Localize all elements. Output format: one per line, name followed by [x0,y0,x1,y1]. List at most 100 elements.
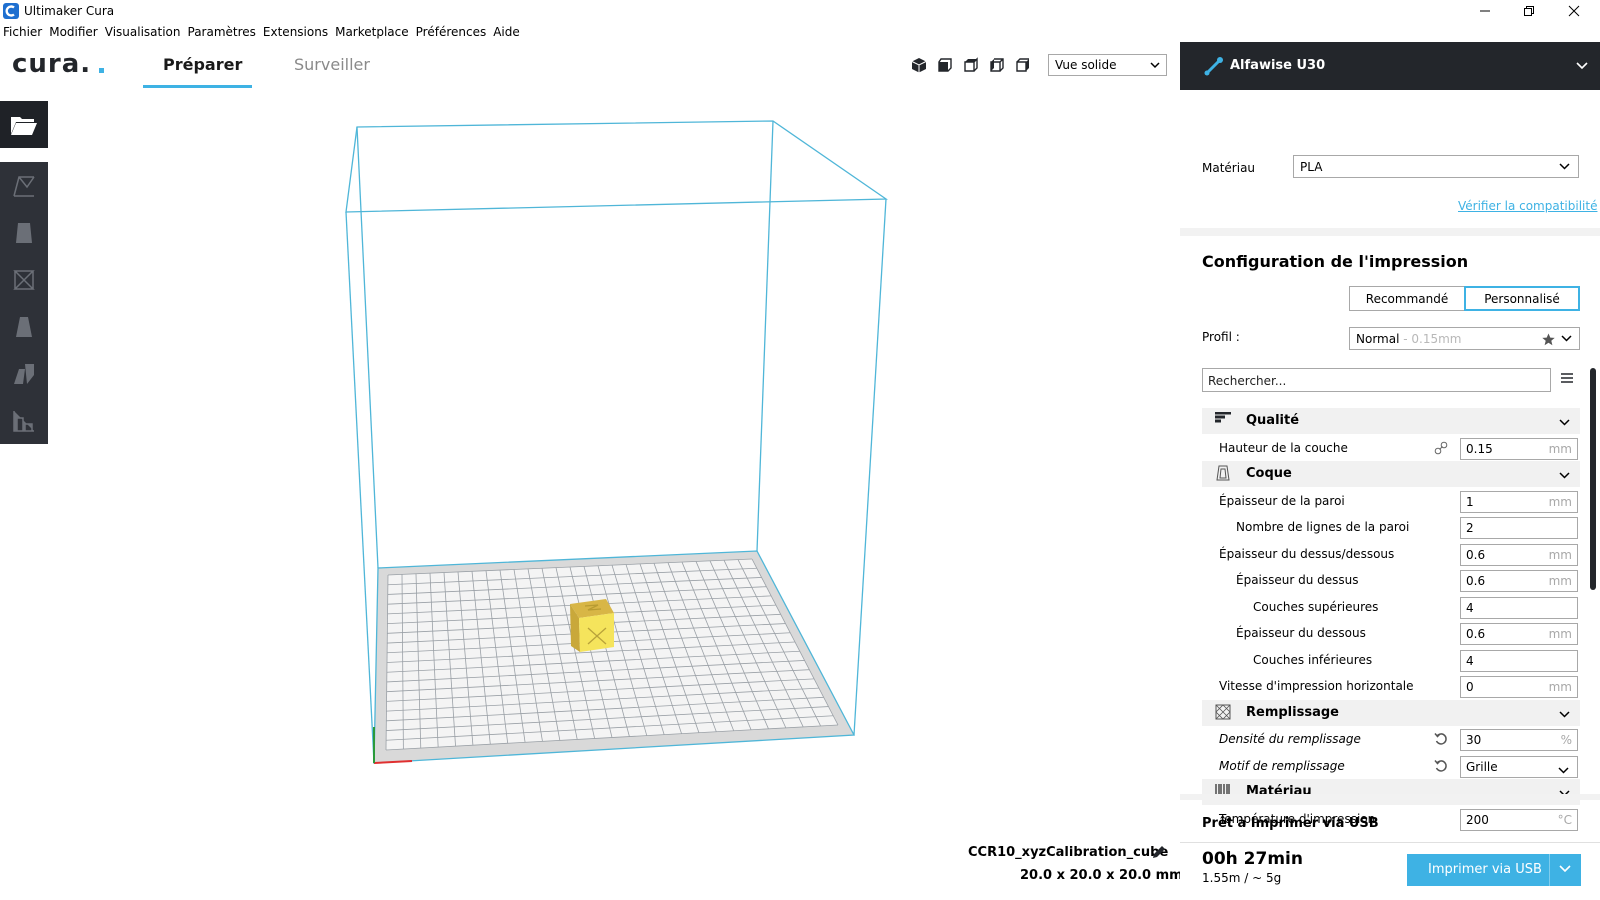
mirror-tool[interactable] [0,303,48,350]
setting-input[interactable]: 1 mm [1460,490,1578,513]
close-button[interactable] [1552,0,1596,22]
setting-label: Motif de remplissage [1219,758,1345,773]
profile-select[interactable]: Normal - 0.15mm [1349,327,1580,350]
setting-input[interactable]: 0.6 mm [1460,623,1578,645]
reset-icon[interactable] [1434,759,1448,776]
build-volume-scene [345,120,889,764]
setting-row: Épaisseur de la paroi 1 mm [1202,488,1580,514]
setting-input[interactable]: 0 mm [1460,676,1578,698]
category-materiau[interactable]: Matériau [1202,779,1580,805]
menu-parametres[interactable]: Paramètres [188,22,256,42]
view-left-icon[interactable] [988,56,1006,74]
chevron-down-icon [1558,764,1569,778]
cura-app-icon [3,3,19,19]
print-button-label: Imprimer via USB [1428,862,1542,877]
setting-unit: mm [1548,547,1572,562]
menu-aide[interactable]: Aide [493,22,520,42]
button-separator [1549,854,1550,886]
calibration-cube-model[interactable] [570,599,614,652]
link-icon[interactable] [1434,441,1448,458]
recommended-mode-button[interactable]: Recommandé [1349,286,1465,311]
material-select[interactable]: PLA [1293,155,1579,178]
menu-preferences[interactable]: Préférences [416,22,487,42]
setting-input[interactable]: 4 [1460,649,1578,672]
setting-input[interactable]: 4 [1460,596,1578,619]
print-settings-panel: Alfawise U30 Matériau PLA Vérifier la co… [1180,42,1600,900]
chevron-down-icon [1150,62,1160,69]
printer-name: Alfawise U30 [1230,58,1326,73]
view-front-icon[interactable] [936,56,954,74]
settings-list: Qualité Hauteur de la couche 0.15 mm Coque Ép… [1202,408,1580,832]
3d-viewport[interactable] [48,90,1180,900]
chevron-down-icon [1559,416,1570,430]
quality-icon [1215,411,1231,431]
menu-extensions[interactable]: Extensions [263,22,328,42]
star-icon[interactable] [1542,333,1555,346]
check-compatibility-link[interactable]: Vérifier la compatibilité [1458,199,1597,213]
custom-mode-button[interactable]: Personnalisé [1464,286,1580,311]
menu-fichier[interactable]: Fichier [3,22,42,42]
settings-search-input[interactable]: Rechercher... [1202,368,1551,392]
setting-value: 0 [1466,680,1474,694]
view-right-icon[interactable] [1014,56,1032,74]
move-tool[interactable] [0,162,48,209]
material-label: Matériau [1202,161,1256,175]
setting-input[interactable]: 0.6 mm [1460,543,1578,566]
setting-unit: mm [1548,441,1572,456]
restore-button[interactable] [1507,0,1551,22]
category-label: Coque [1246,466,1292,481]
material-usage: 1.55m / ~ 5g [1202,871,1282,885]
view-3d-icon[interactable] [910,56,928,74]
setting-value: 1 [1466,494,1474,509]
setting-input[interactable]: 2 [1460,517,1578,539]
printer-selector[interactable]: Alfawise U30 [1180,42,1600,90]
category-coque[interactable]: Coque [1202,461,1580,487]
menu-visualisation[interactable]: Visualisation [105,22,181,42]
minimize-icon [1480,10,1490,12]
support-blocker-icon [13,410,34,432]
setting-input[interactable]: 0.15 mm [1460,437,1578,460]
print-via-usb-button[interactable]: Imprimer via USB [1407,854,1581,886]
tab-preparer[interactable]: Préparer [163,55,242,74]
category-remplissage[interactable]: Remplissage [1202,699,1580,726]
per-model-settings-icon [14,363,34,384]
menu-marketplace[interactable]: Marketplace [335,22,409,42]
minimize-button[interactable] [1463,0,1507,22]
setting-input[interactable]: 0.6 mm [1460,570,1578,592]
setting-value: Grille [1466,759,1498,774]
folder-open-icon [11,116,37,135]
setting-input[interactable]: 200 °C [1460,808,1578,831]
hamburger-menu-icon[interactable] [1561,373,1573,383]
setting-row: Hauteur de la couche 0.15 mm [1202,435,1580,461]
chevron-down-icon[interactable] [1559,865,1571,873]
setting-value: 0.6 [1466,547,1486,562]
footer-divider [1180,794,1600,800]
rotate-icon [13,269,35,290]
pencil-icon[interactable] [1151,844,1167,860]
svg-text:cura.: cura. [12,52,91,78]
setting-label: Vitesse d'impression horizontale [1219,679,1414,693]
restore-icon [1524,6,1534,16]
view-top-icon[interactable] [962,56,980,74]
reset-icon[interactable] [1434,732,1448,749]
menu-modifier[interactable]: Modifier [49,22,98,42]
open-file-button[interactable] [0,101,48,148]
rotate-tool[interactable] [0,256,48,303]
setting-input[interactable]: 30% [1460,729,1578,751]
material-value: PLA [1300,160,1323,174]
category-qualite[interactable]: Qualité [1202,408,1580,434]
profile-label: Profil : [1202,330,1240,344]
setting-value: 0.6 [1466,627,1486,641]
view-mode-select[interactable]: Vue solide [1048,54,1167,76]
active-tab-indicator [143,85,252,88]
per-model-settings-tool[interactable] [0,350,48,397]
move-icon [13,175,35,197]
view-mode-value: Vue solide [1055,58,1117,72]
tab-surveiller[interactable]: Surveiller [294,55,370,74]
scale-tool[interactable] [0,209,48,256]
setting-select[interactable]: Grille [1460,755,1578,778]
setting-label: Épaisseur du dessous [1236,626,1366,640]
support-blocker-tool[interactable] [0,397,48,444]
settings-scrollbar[interactable] [1590,368,1596,590]
setting-label: Couches supérieures [1253,599,1379,614]
